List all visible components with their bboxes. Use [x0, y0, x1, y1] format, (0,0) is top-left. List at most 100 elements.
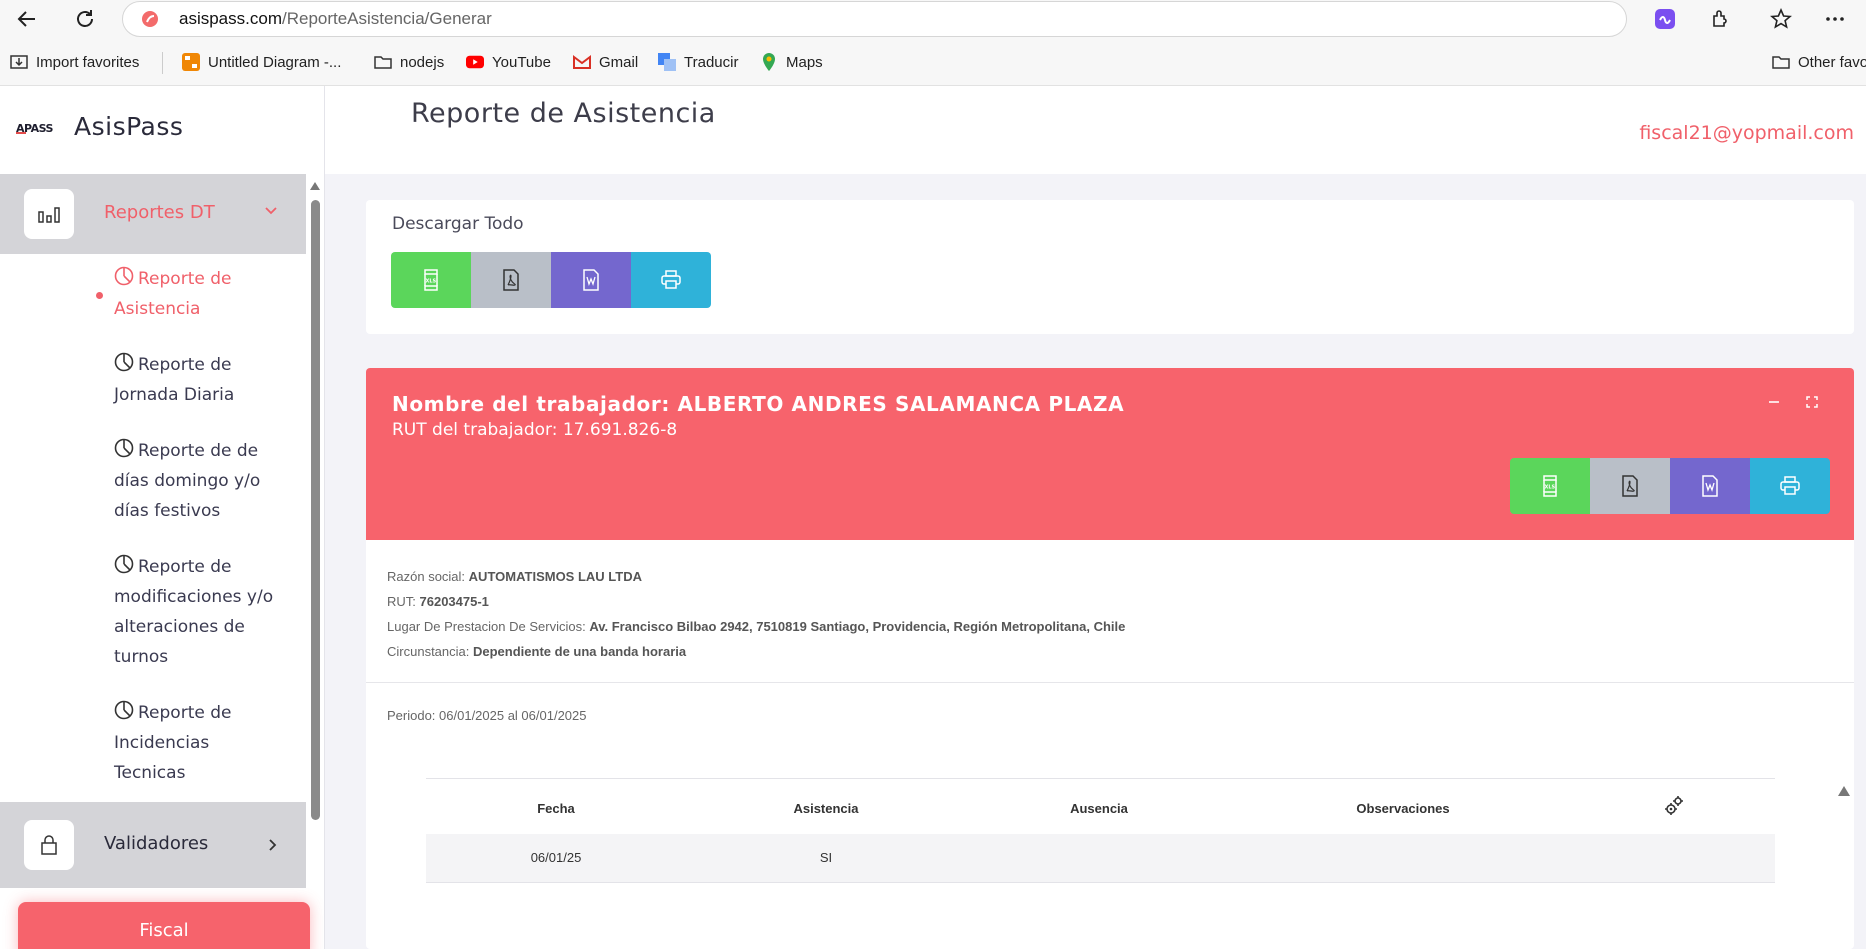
scroll-up-arrow-icon	[310, 182, 320, 190]
menu-validadores[interactable]: Validadores	[0, 802, 306, 888]
bar-chart-icon	[24, 189, 74, 239]
download-all-button-group: XLS	[391, 252, 711, 308]
svg-text:XLS: XLS	[1545, 485, 1556, 491]
expand-icon	[1806, 396, 1818, 408]
worker-pdf-button[interactable]	[1590, 458, 1670, 514]
fullscreen-card-button[interactable]	[1802, 392, 1822, 412]
submenu-reporte-jornada-diaria[interactable]: Reporte de Jornada Diaria	[114, 350, 284, 410]
address-bar[interactable]: asispass.com/ReporteAsistencia/Generar	[122, 1, 1627, 37]
bookmark-youtube[interactable]: YouTube	[466, 52, 551, 72]
favorites-icon[interactable]	[1768, 6, 1794, 32]
cell-asistencia: SI	[819, 850, 833, 865]
word-file-icon	[1702, 475, 1718, 497]
settings-gears-icon[interactable]	[1663, 795, 1685, 817]
chevron-right-icon	[269, 839, 277, 851]
page-title: Reporte de Asistencia	[411, 98, 716, 129]
arrow-left-icon	[17, 11, 35, 27]
pie-chart-icon	[114, 352, 134, 372]
asispass-logo-icon: APASS	[16, 122, 54, 135]
worker-report-card: Nombre del trabajador: ALBERTO ANDRES SA…	[366, 368, 1854, 949]
submenu-reporte-incidencias-tecnicas[interactable]: Reporte de Incidencias Tecnicas	[114, 698, 284, 788]
pie-chart-icon	[114, 554, 134, 574]
url-host: asispass.com	[179, 9, 282, 28]
site-favicon-icon	[142, 11, 158, 27]
browser-toolbar: asispass.com/ReporteAsistencia/Generar	[0, 0, 1866, 38]
bookmark-nodejs[interactable]: nodejs	[374, 52, 444, 72]
drawio-icon	[182, 53, 200, 71]
back-button[interactable]	[12, 4, 42, 34]
submenu-reporte-modificaciones-turnos[interactable]: Reporte de modificaciones y/o alteracion…	[114, 552, 284, 672]
collapse-card-button[interactable]	[1764, 392, 1784, 412]
download-all-print-button[interactable]	[631, 252, 711, 308]
bookmark-maps[interactable]: Maps	[760, 52, 823, 72]
pie-chart-icon	[114, 266, 134, 286]
submenu-reporte-asistencia[interactable]: Reporte de Asistencia	[114, 264, 284, 324]
copilot-extension-icon[interactable]	[1652, 6, 1678, 32]
company-info: Razón social: AUTOMATISMOS LAU LTDA RUT:…	[387, 564, 1125, 664]
table-row[interactable]: 06/01/25 SI	[426, 834, 1775, 883]
lock-icon	[24, 820, 74, 870]
worker-export-button-group: XLS	[1510, 458, 1830, 514]
menu-reportes-dt-label: Reportes DT	[104, 202, 215, 223]
column-fecha[interactable]: Fecha	[537, 801, 575, 816]
menu-validadores-label: Validadores	[104, 833, 209, 854]
pie-chart-icon	[114, 700, 134, 720]
extensions-icon[interactable]	[1707, 6, 1733, 32]
translate-icon	[658, 53, 676, 71]
gmail-icon	[573, 53, 591, 71]
download-all-pdf-button[interactable]	[471, 252, 551, 308]
download-all-card: Descargar Todo XLS	[366, 200, 1854, 334]
worker-card-header: Nombre del trabajador: ALBERTO ANDRES SA…	[366, 368, 1854, 540]
reload-button[interactable]	[70, 4, 100, 34]
scroll-up-arrow-icon[interactable]	[1838, 786, 1850, 796]
worker-rut: RUT del trabajador: 17.691.826-8	[392, 420, 678, 440]
section-divider	[366, 682, 1854, 683]
page-header: Reporte de Asistencia fiscal21@yopmail.c…	[325, 86, 1866, 174]
submenu-reporte-domingos-festivos[interactable]: Reporte de de días domingo y/o días fest…	[114, 436, 284, 526]
download-all-xls-button[interactable]: XLS	[391, 252, 471, 308]
maps-icon	[760, 53, 778, 71]
bookmark-other-favorites[interactable]: Other favo	[1772, 52, 1866, 72]
worker-name: Nombre del trabajador: ALBERTO ANDRES SA…	[392, 392, 1125, 416]
cell-fecha: 06/01/25	[530, 850, 582, 865]
table-header: Fecha Asistencia Ausencia Observaciones	[426, 778, 1775, 835]
bookmark-gmail[interactable]: Gmail	[573, 52, 638, 72]
bookmark-untitled-diagram[interactable]: Untitled Diagram -...	[182, 52, 341, 72]
column-ausencia[interactable]: Ausencia	[1070, 801, 1128, 816]
pdf-file-icon	[1622, 475, 1638, 497]
worker-print-button[interactable]	[1750, 458, 1830, 514]
word-file-icon	[583, 269, 599, 291]
worker-xls-button[interactable]: XLS	[1510, 458, 1590, 514]
bookmark-import-favorites[interactable]: Import favorites	[10, 52, 139, 72]
import-icon	[10, 53, 28, 71]
sidebar-scroll-thumb[interactable]	[311, 200, 320, 820]
svg-text:XLS: XLS	[426, 279, 437, 285]
app-name: AsisPass	[74, 112, 184, 141]
column-asistencia[interactable]: Asistencia	[793, 801, 858, 816]
menu-reportes-dt[interactable]: Reportes DT	[0, 174, 306, 254]
more-menu-icon[interactable]	[1822, 6, 1848, 32]
circunstancia-line: Circunstancia: Dependiente de una banda …	[387, 644, 687, 659]
user-email[interactable]: fiscal21@yopmail.com	[1639, 122, 1854, 144]
active-indicator-dot	[96, 292, 103, 299]
worker-word-button[interactable]	[1670, 458, 1750, 514]
chevron-down-icon	[265, 207, 277, 215]
column-observaciones[interactable]: Observaciones	[1356, 801, 1449, 816]
minus-icon	[1769, 401, 1779, 403]
download-all-title: Descargar Todo	[392, 214, 524, 234]
bookmarks-bar: Import favorites Untitled Diagram -... n…	[0, 38, 1866, 86]
app-logo[interactable]: APASS AsisPass	[16, 112, 183, 141]
pdf-file-icon	[503, 269, 519, 291]
pie-chart-icon	[114, 438, 134, 458]
razon-social-line: Razón social: AUTOMATISMOS LAU LTDA	[387, 569, 642, 584]
folder-icon	[1772, 53, 1790, 71]
xls-file-icon: XLS	[1543, 475, 1557, 497]
sidebar-scrollbar[interactable]	[308, 182, 322, 942]
periodo-text: Periodo: 06/01/2025 al 06/01/2025	[387, 708, 587, 723]
sidebar: APASS AsisPass Reportes DT Reporte de As…	[0, 86, 325, 949]
download-all-word-button[interactable]	[551, 252, 631, 308]
bookmark-traducir[interactable]: Traducir	[658, 52, 738, 72]
printer-icon	[661, 270, 681, 289]
fiscal-button[interactable]: Fiscal	[18, 902, 310, 949]
url-path: /ReporteAsistencia/Generar	[281, 9, 492, 28]
